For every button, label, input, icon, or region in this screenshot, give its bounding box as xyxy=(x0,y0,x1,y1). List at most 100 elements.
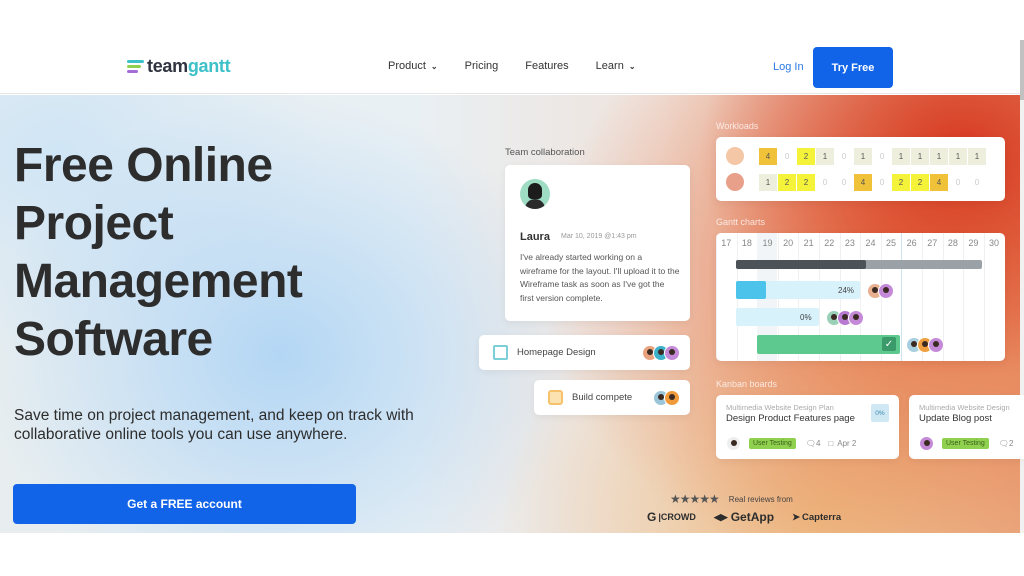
avatar xyxy=(726,436,741,451)
scrollbar-thumb[interactable] xyxy=(1020,40,1024,100)
milestone-icon xyxy=(548,390,563,405)
avatar xyxy=(664,344,680,361)
gantt-day: 28 xyxy=(947,238,958,248)
nav-pricing[interactable]: Pricing xyxy=(465,60,499,72)
nav-product[interactable]: Product ⌄ xyxy=(388,60,438,72)
hero-subtitle: Save time on project management, and kee… xyxy=(14,407,414,443)
gantt-day: 17 xyxy=(721,238,732,248)
reviews-text: Real reviews from xyxy=(728,494,793,504)
workload-cell: 2 xyxy=(797,147,815,165)
assignee-avatars xyxy=(867,283,894,299)
workload-cells: 122004022400 xyxy=(759,173,986,191)
assignee-avatars xyxy=(826,310,864,326)
workload-cell: 0 xyxy=(879,177,885,187)
gantt-day: 21 xyxy=(803,238,814,248)
task-card: Homepage Design xyxy=(479,335,690,370)
kanban-card[interactable]: Multimedia Website Design Update Blog po… xyxy=(909,395,1024,459)
kanban-boards-label: Kanban boards xyxy=(716,379,778,389)
comment-count: 4 xyxy=(815,439,821,448)
workload-cell: 0 xyxy=(822,177,828,187)
g2-icon: G xyxy=(647,510,657,524)
workload-cell: 0 xyxy=(879,151,885,161)
workload-cell: 2 xyxy=(911,173,929,191)
workload-cell: 2 xyxy=(892,173,910,191)
teamgantt-logo[interactable]: teamgantt xyxy=(127,56,231,77)
kanban-percent: 0% xyxy=(871,404,889,422)
try-free-button[interactable]: Try Free xyxy=(813,47,893,88)
workload-cell: 1 xyxy=(930,147,948,165)
avatar xyxy=(726,173,744,191)
star-rating-icon: ★★★★★ xyxy=(670,492,720,506)
kanban-title: Update Blog post xyxy=(919,413,992,424)
getapp-logo[interactable]: ◀▶ GetApp xyxy=(714,510,774,524)
reviews: ★★★★★ Real reviews from xyxy=(670,492,793,506)
workload-cell: 2 xyxy=(778,173,796,191)
login-link[interactable]: Log In xyxy=(773,61,804,73)
gantt-day: 26 xyxy=(906,238,917,248)
get-free-account-button[interactable]: Get a FREE account xyxy=(13,484,356,524)
gantt-day: 24 xyxy=(865,238,876,248)
gantt-day: 27 xyxy=(927,238,938,248)
gantt-grid-line xyxy=(963,233,965,361)
gantt-day: 19 xyxy=(762,238,773,248)
workload-cell: 4 xyxy=(759,147,777,165)
avatar xyxy=(664,389,680,406)
avatar xyxy=(520,179,550,209)
top-margin xyxy=(0,0,1024,40)
workload-row: 122004022400 xyxy=(726,173,986,191)
comment-body: I've already started working on a wirefr… xyxy=(520,252,680,303)
gantt-progress-label: 0% xyxy=(800,313,812,322)
kanban-meta: User Testing 🗨︎ 4 □ Apr 2 xyxy=(726,436,889,451)
workload-cell: 4 xyxy=(930,173,948,191)
kanban-plan: Multimedia Website Design xyxy=(919,403,1010,412)
workload-cell: 1 xyxy=(854,147,872,165)
gantt-day: 18 xyxy=(741,238,752,248)
scrollbar-track[interactable] xyxy=(1020,40,1024,533)
workload-cell: 1 xyxy=(892,147,910,165)
workload-cell: 0 xyxy=(841,151,847,161)
chevron-down-icon: ⌄ xyxy=(628,61,636,71)
workload-cell: 2 xyxy=(797,173,815,191)
workload-cell: 0 xyxy=(841,177,847,187)
workloads-card: 402101011111 122004022400 xyxy=(716,137,1005,201)
assignee-avatars xyxy=(642,344,680,361)
avatar xyxy=(919,436,934,451)
g2-crowd-logo[interactable]: G | CROWD xyxy=(647,510,696,524)
nav-learn[interactable]: Learn ⌄ xyxy=(596,60,636,72)
avatar xyxy=(878,283,894,299)
checkbox-icon xyxy=(493,345,508,360)
gantt-task-bar-complete[interactable] xyxy=(757,335,900,354)
gantt-day: 29 xyxy=(968,238,979,248)
capterra-icon: ➤ xyxy=(792,511,801,523)
workload-cell: 1 xyxy=(816,147,834,165)
assignee-avatars xyxy=(653,389,680,406)
page: teamgantt Product ⌄ Pricing Features Lear… xyxy=(0,0,1024,576)
gantt-grid-line xyxy=(983,233,985,361)
avatar xyxy=(928,337,944,353)
workload-cell: 0 xyxy=(974,177,980,187)
main-nav: Product ⌄ Pricing Features Learn ⌄ xyxy=(388,60,663,72)
kanban-plan: Multimedia Website Design Plan xyxy=(726,403,834,412)
workload-cell: 0 xyxy=(784,151,790,161)
review-brands: G | CROWD ◀▶ GetApp ➤ Capterra xyxy=(647,510,841,524)
gantt-card: 17 18 19 20 21 22 23 24 25 26 27 28 29 30 24% 0% ✓ xyxy=(716,233,1005,361)
workload-cell: 1 xyxy=(911,147,929,165)
due-date: Apr 2 xyxy=(837,439,857,448)
comment-date: Mar 10, 2019 @1:43 pm xyxy=(561,233,637,240)
workload-cell: 0 xyxy=(955,177,961,187)
hero-title: Free Online Project Management Software xyxy=(14,139,303,366)
logo-text: teamgantt xyxy=(147,56,231,76)
kanban-card[interactable]: Multimedia Website Design Plan Design Pr… xyxy=(716,395,899,459)
gantt-summary-progress xyxy=(736,260,867,269)
task-label: Build compete xyxy=(572,392,633,403)
gantt-today-line xyxy=(901,233,902,361)
comment-card: Laura Mar 10, 2019 @1:43 pm I've already… xyxy=(505,165,690,321)
kanban-tag: User Testing xyxy=(749,438,796,449)
gantt-day-header: 17 18 19 20 21 22 23 24 25 26 27 28 29 30 xyxy=(716,238,1004,248)
avatar xyxy=(848,310,864,326)
check-icon: ✓ xyxy=(882,337,896,351)
nav-features[interactable]: Features xyxy=(525,60,568,72)
site-header: teamgantt Product ⌄ Pricing Features Lear… xyxy=(0,40,1024,94)
capterra-logo[interactable]: ➤ Capterra xyxy=(792,512,841,523)
workload-cell: 1 xyxy=(949,147,967,165)
